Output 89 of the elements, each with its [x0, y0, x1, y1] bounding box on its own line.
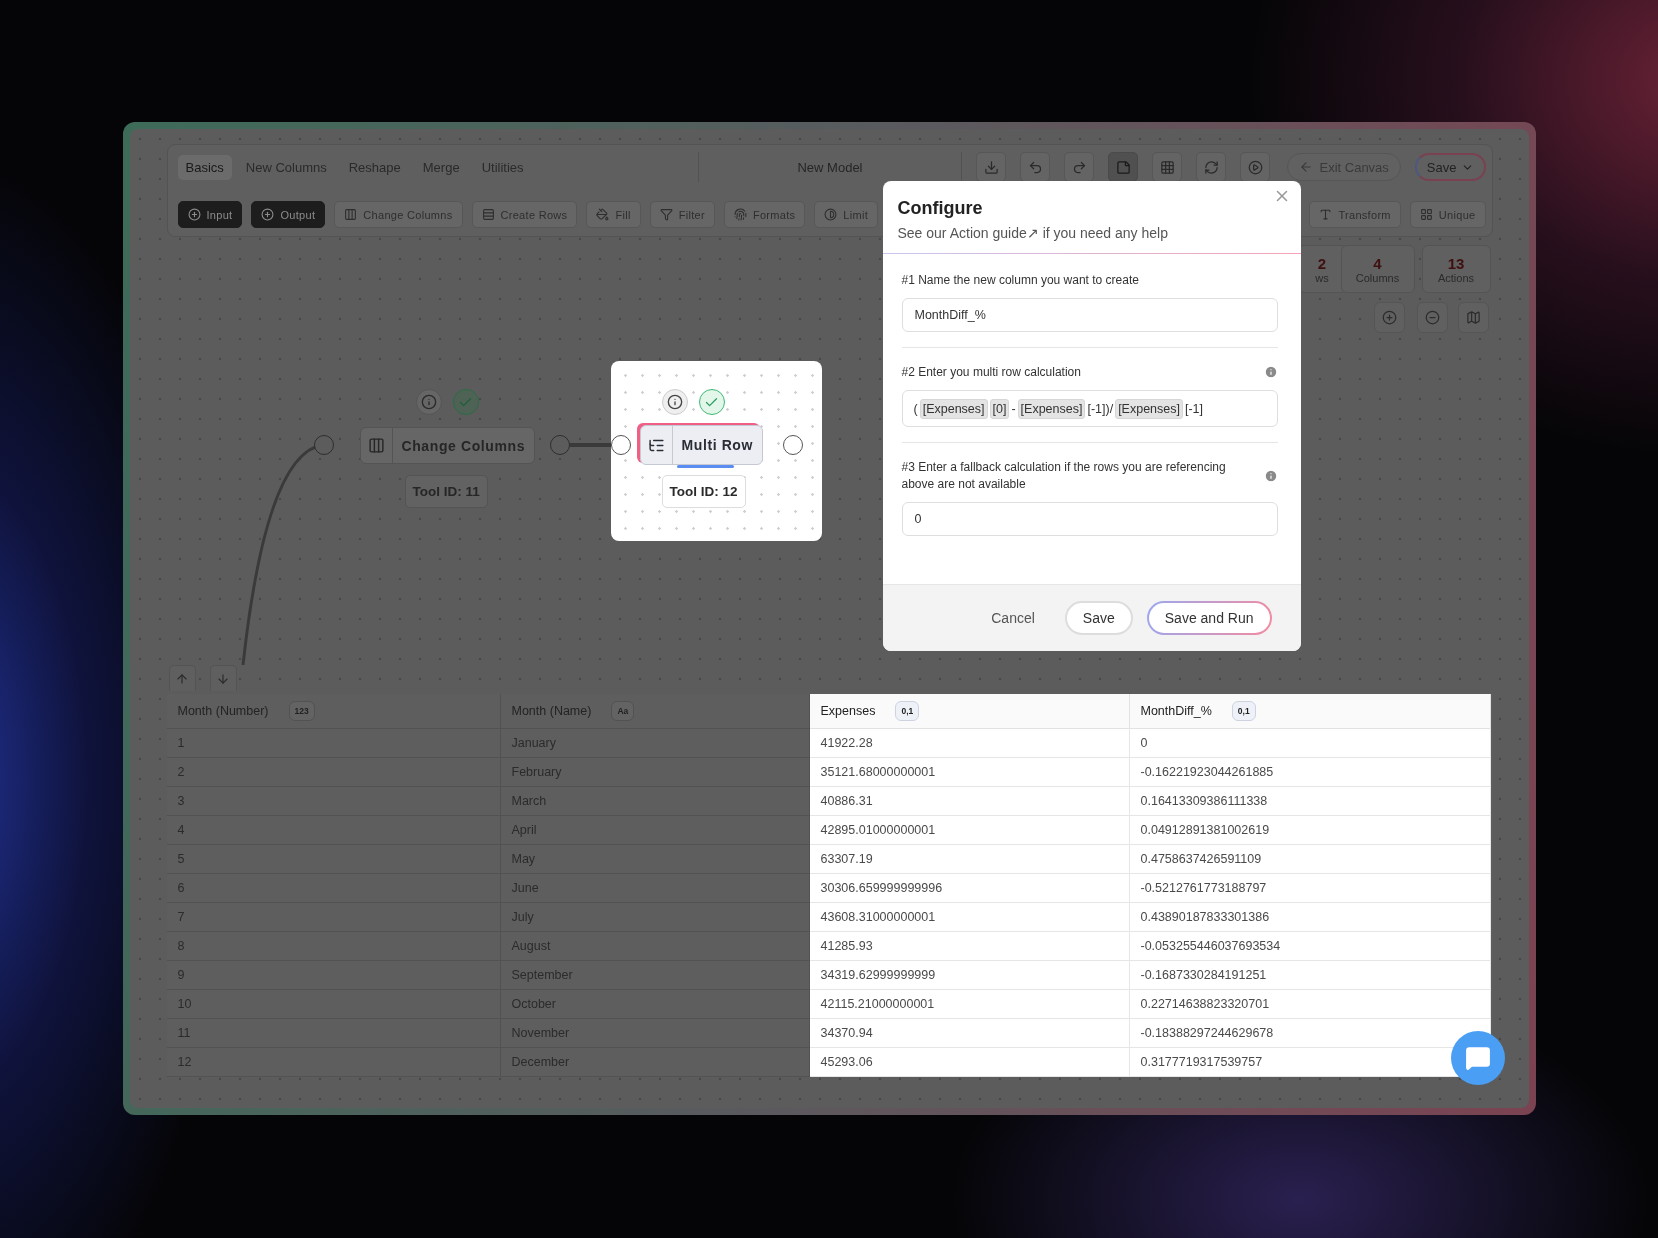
- node-label: Multi Row: [680, 437, 754, 453]
- table-cell: -0.5212761773188797: [1129, 874, 1491, 903]
- tool-button[interactable]: Change Columns: [334, 201, 463, 228]
- column-label: MonthDiff_%: [1140, 704, 1212, 718]
- table-cell: 42895.01000000001: [809, 816, 1130, 845]
- formula-field[interactable]: ( [Expenses] [0] - [Expenses] [-1])/ [Expenses] [-1]: [901, 390, 1278, 428]
- tool-button[interactable]: Formats: [723, 201, 806, 228]
- undo-icon[interactable]: [1020, 152, 1051, 182]
- column-label: Month (Name): [511, 704, 592, 718]
- grid-icon[interactable]: [1152, 152, 1183, 182]
- dialog-subtitle: See our Action guide↗ if you need any help: [897, 225, 1169, 241]
- table-cell: 0.16413309386111338: [1129, 787, 1491, 816]
- step-label: #3 Enter a fallback calculation if the rows you are referencing above are not available: [901, 459, 1227, 492]
- tool-node[interactable]: Change Columns: [359, 427, 536, 464]
- note-icon[interactable]: [1108, 152, 1139, 182]
- tool-button[interactable]: Fill: [586, 201, 641, 228]
- column-header[interactable]: Month (Number) 123: [166, 694, 501, 729]
- text-field[interactable]: MonthDiff_%: [901, 298, 1278, 333]
- stat-value: 2: [1317, 254, 1327, 272]
- save-button[interactable]: Save: [1064, 601, 1133, 635]
- arrow-left-icon: [1299, 160, 1314, 174]
- tool-button[interactable]: Input: [177, 201, 243, 228]
- tool-button[interactable]: Transform: [1309, 201, 1401, 228]
- column-header[interactable]: Month (Name) Aa: [500, 694, 810, 729]
- tool-id-label: Tool ID: 12: [661, 475, 746, 508]
- paint-bucket-icon: [596, 208, 610, 221]
- step-label: #2 Enter you multi row calculation: [901, 364, 1081, 381]
- save-button[interactable]: Save: [1414, 153, 1486, 181]
- connection-line: [569, 443, 611, 447]
- table-cell: -0.1687330284191251: [1129, 961, 1491, 990]
- grid-icon: [1419, 208, 1433, 221]
- connector-port[interactable]: [610, 435, 631, 455]
- type-tag: 123: [288, 701, 315, 721]
- columns-icon: [344, 208, 358, 221]
- guide-link[interactable]: Action guide↗: [949, 225, 1039, 241]
- stat-value: 4: [1373, 254, 1382, 272]
- type-tag: Aa: [611, 701, 635, 721]
- refresh-icon[interactable]: [1196, 152, 1227, 182]
- tool-node[interactable]: Multi Row: [639, 425, 763, 465]
- plus-circle-icon: [187, 208, 201, 221]
- column-header[interactable]: Expenses 0,1: [809, 694, 1130, 729]
- table-cell: 41922.28: [809, 729, 1130, 758]
- table-cell: 41285.93: [809, 932, 1130, 961]
- node-label: Change Columns: [400, 437, 527, 454]
- table-cell: 35121.68000000001: [809, 758, 1130, 787]
- redo-icon[interactable]: [1064, 152, 1095, 182]
- type-tag: 0,1: [895, 701, 920, 721]
- table-cell: 63307.19: [809, 845, 1130, 874]
- table-cell: -0.053255446037693534: [1129, 932, 1491, 961]
- table-cell: 0.4758637426591109: [1129, 845, 1491, 874]
- fingerprint-icon: [733, 208, 747, 221]
- column-header[interactable]: MonthDiff_% 0,1: [1129, 694, 1491, 729]
- text-icon: [1319, 208, 1333, 221]
- chat-icon[interactable]: [1450, 1031, 1505, 1085]
- filter-icon: [659, 208, 673, 221]
- table-cell: 43608.31000000001: [809, 903, 1130, 932]
- tool-id-label: Tool ID: 11: [404, 475, 488, 508]
- table-cell: 0.22714638823320701: [1129, 990, 1491, 1019]
- download-icon[interactable]: [976, 152, 1007, 182]
- table-cell: 45293.06: [809, 1048, 1130, 1077]
- plus-circle-icon: [261, 208, 275, 221]
- step-label: #1 Name the new column you want to create: [901, 272, 1139, 289]
- cancel-button[interactable]: Cancel: [985, 609, 1041, 627]
- table-cell: 0: [1129, 729, 1491, 758]
- dialog-title: Configure: [897, 198, 984, 219]
- tool-button[interactable]: Output: [251, 201, 326, 228]
- rows-icon: [481, 208, 495, 221]
- text-field[interactable]: 0: [901, 501, 1278, 536]
- column-label: Expenses: [820, 704, 876, 718]
- table-cell: 0.43890187833301386: [1129, 903, 1491, 932]
- category-tab[interactable]: Basics: [177, 154, 232, 180]
- table-cell: 30306.659999999996: [809, 874, 1130, 903]
- table-cell: 34370.94: [809, 1019, 1130, 1048]
- play-icon[interactable]: [1240, 152, 1271, 182]
- model-title: New Model: [796, 159, 864, 175]
- table-cell: 0.04912891381002619: [1129, 816, 1491, 845]
- table-cell: -0.16221923044261885: [1129, 758, 1491, 787]
- half-circle-icon: [824, 208, 838, 221]
- connector-port[interactable]: [782, 435, 803, 455]
- tool-button[interactable]: Filter: [649, 201, 715, 228]
- column-label: Month (Number): [177, 704, 269, 718]
- table-cell: 42115.21000000001: [809, 990, 1130, 1019]
- type-tag: 0,1: [1231, 701, 1256, 721]
- columns-icon: [367, 437, 385, 454]
- table-cell: 34319.62999999999: [809, 961, 1130, 990]
- stat-value: 13: [1447, 254, 1465, 272]
- table-cell: 40886.31: [809, 787, 1130, 816]
- table-cell: -0.18388297244629678: [1129, 1019, 1491, 1048]
- tool-button[interactable]: Unique: [1409, 201, 1486, 228]
